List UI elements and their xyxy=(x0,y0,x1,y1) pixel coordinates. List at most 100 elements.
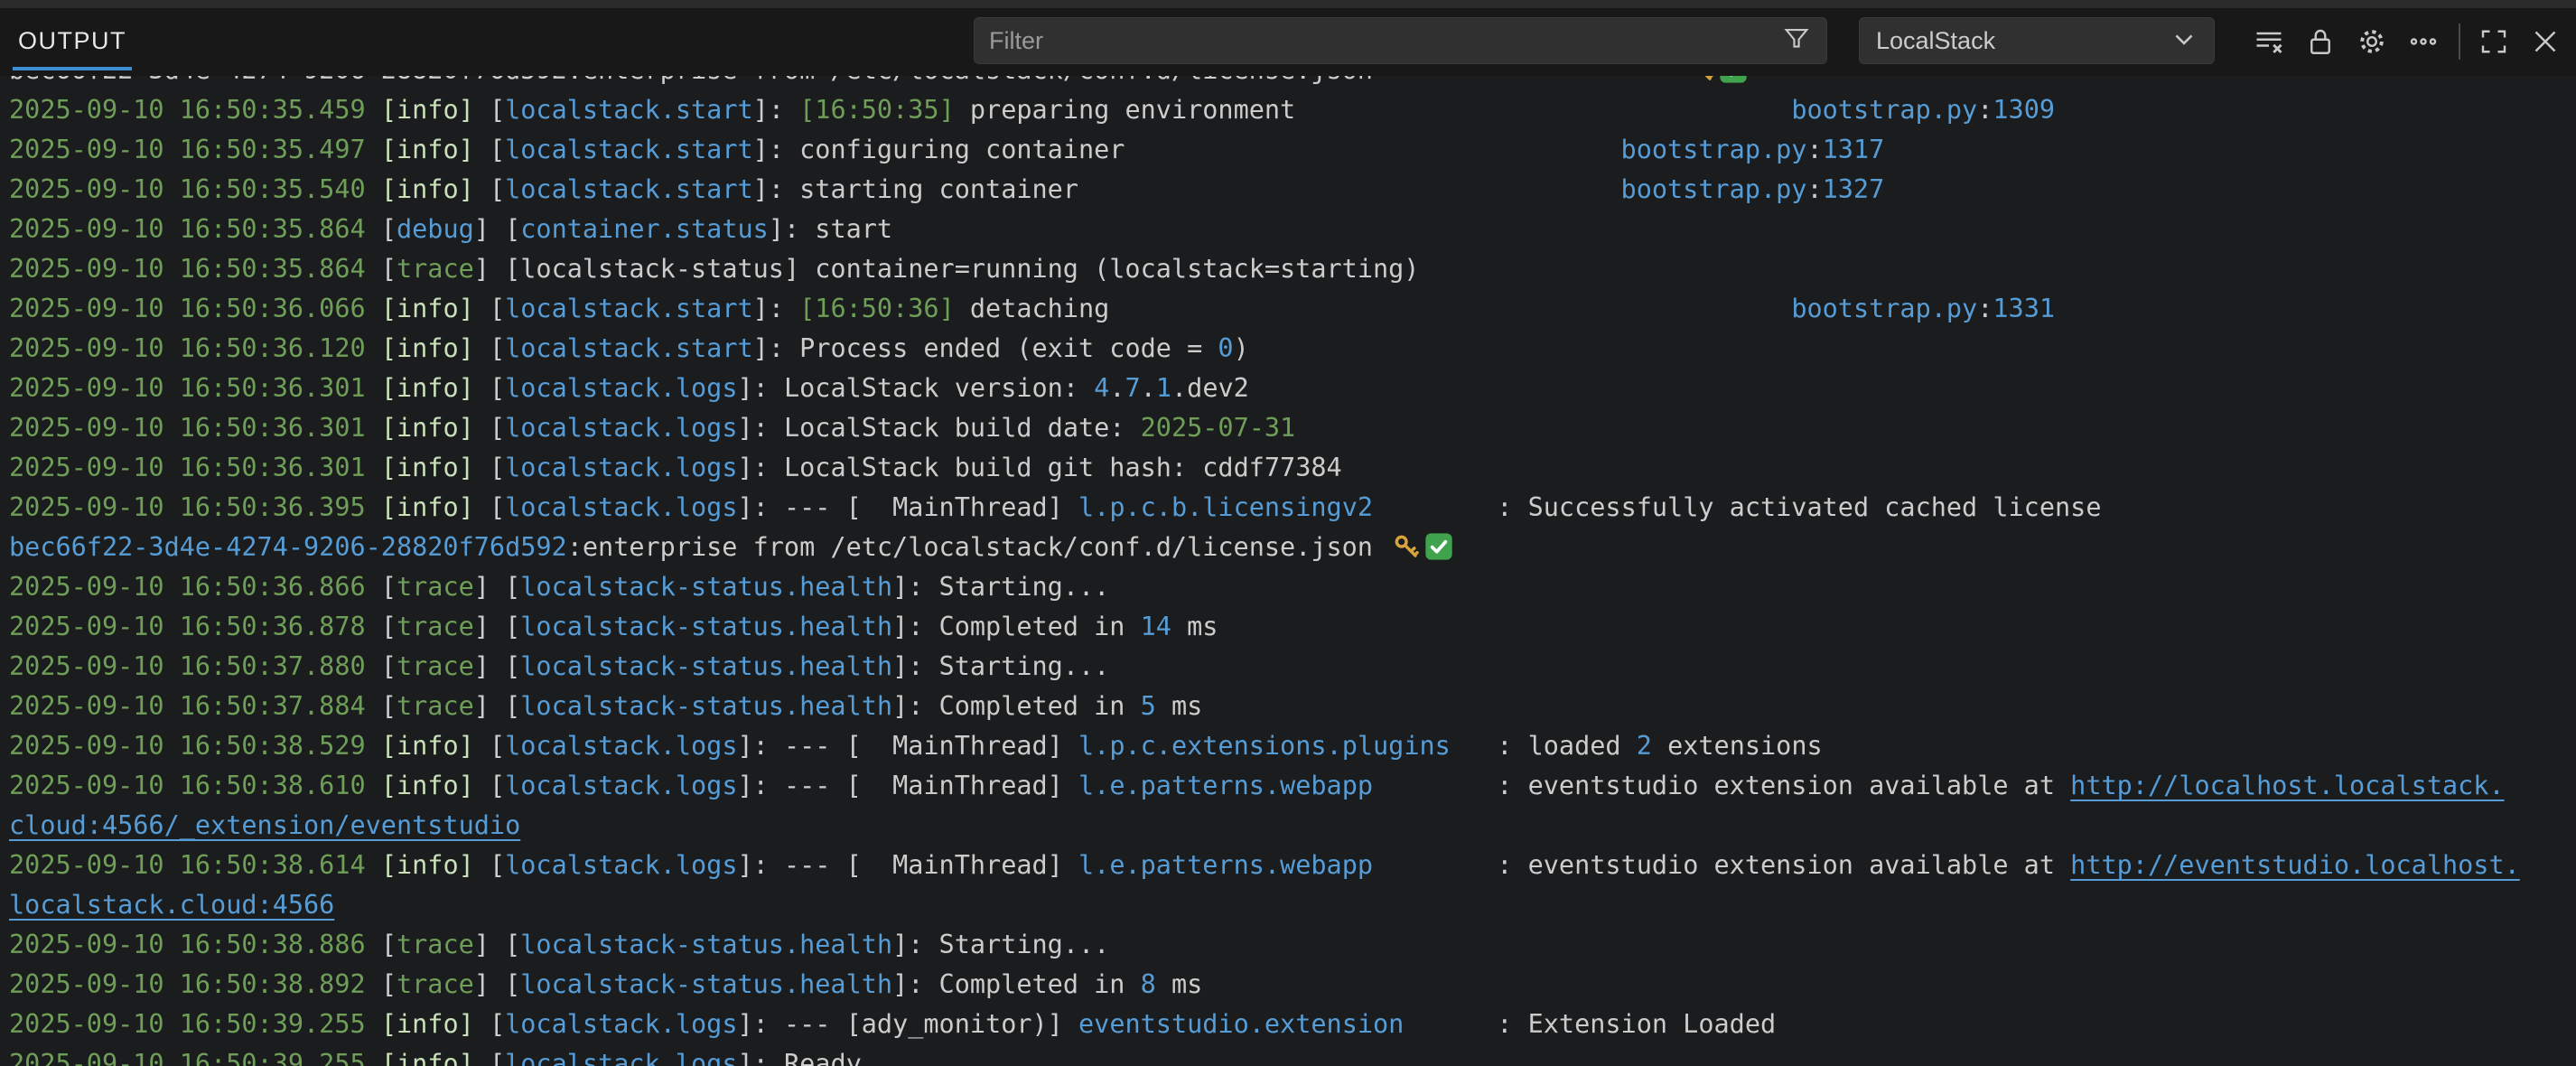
log-channel-token: debug xyxy=(397,214,474,244)
filter-funnel-icon[interactable] xyxy=(1781,23,1812,58)
log-text: [ xyxy=(366,612,397,641)
log-padding xyxy=(1373,492,1497,522)
url-link[interactable]: localstack.cloud:4566 xyxy=(9,890,334,920)
log-level-badge: [info] xyxy=(381,135,474,164)
log-line: 2025-09-10 16:50:36.878 [trace] [localst… xyxy=(9,607,2576,647)
log-token-green: 2025-09-10 16:50:38.614 xyxy=(9,850,366,880)
log-text: : Extension Loaded xyxy=(1497,1009,1776,1039)
tab-output[interactable]: OUTPUT xyxy=(13,14,132,70)
log-level-badge: [info] xyxy=(381,1009,474,1039)
log-line: 2025-09-10 16:50:36.395 [info] [localsta… xyxy=(9,488,2576,528)
log-channel-token: eventstudio.extension xyxy=(1078,1009,1404,1039)
log-output-area[interactable]: bec66f22-3d4e-4274-9206-28820f76d592:ent… xyxy=(0,76,2576,1066)
log-channel-token: localstack-status.health xyxy=(520,691,892,721)
log-token-green: 2025-07-31 xyxy=(1141,413,1296,443)
log-line: cloud:4566/_extension/eventstudio xyxy=(9,806,2576,846)
log-text: ]: Starting... xyxy=(892,572,1109,602)
log-text: [ xyxy=(474,771,505,800)
filter-input[interactable]: Filter xyxy=(974,17,1827,64)
log-channel-token: bec66f22-3d4e-4274-9206-28820f76d592 xyxy=(9,532,567,562)
source-link[interactable]: 1331 xyxy=(1993,294,2055,323)
log-channel-token: l.p.c.b.licensingv2 xyxy=(1078,492,1373,522)
log-text: .dev2 xyxy=(1171,373,1249,403)
panel-actions xyxy=(2235,22,2563,61)
log-text: [ xyxy=(366,969,397,999)
log-padding xyxy=(1373,771,1497,800)
log-text xyxy=(366,1009,381,1039)
log-line: 2025-09-10 16:50:35.497 [info] [localsta… xyxy=(9,130,2576,170)
gear-icon[interactable] xyxy=(2354,23,2390,60)
log-padding xyxy=(1295,95,1791,125)
log-text: [ xyxy=(474,95,505,125)
log-token-green: 2025-09-10 16:50:38.892 xyxy=(9,969,366,999)
log-padding xyxy=(1078,174,1621,204)
source-link[interactable]: bootstrap.py xyxy=(1791,95,1977,125)
log-channel-token: container.status xyxy=(520,214,769,244)
log-text: :enterprise from /etc/localstack/conf.d/… xyxy=(567,532,1388,562)
log-line: 2025-09-10 16:50:36.866 [trace] [localst… xyxy=(9,567,2576,607)
source-link[interactable]: 1309 xyxy=(1993,95,2055,125)
log-channel-token: 2 xyxy=(1637,731,1652,761)
log-line: 2025-09-10 16:50:38.529 [info] [localsta… xyxy=(9,726,2576,766)
log-text xyxy=(366,294,381,323)
log-token-green: 2025-09-10 16:50:36.866 xyxy=(9,572,366,602)
channel-dropdown[interactable]: LocalStack xyxy=(1859,17,2215,64)
log-text: ] [ xyxy=(474,214,520,244)
log-text: [ xyxy=(474,453,505,482)
actions-divider xyxy=(2459,23,2460,60)
log-padding xyxy=(1373,76,1683,85)
url-link[interactable]: http://localhost.localstack. xyxy=(2070,771,2504,800)
log-level-badge: [info] xyxy=(381,771,474,800)
log-text: ]: start xyxy=(769,214,892,244)
log-text: ]: --- [ady_monitor)] xyxy=(738,1009,1079,1039)
url-link[interactable]: http://eventstudio.localhost. xyxy=(2070,850,2520,880)
log-token-green: 2025-09-10 16:50:36.301 xyxy=(9,373,366,403)
log-level-badge: [info] xyxy=(381,294,474,323)
log-channel-token: localstack.logs xyxy=(505,771,737,800)
log-text xyxy=(366,731,381,761)
log-channel-token: 8 xyxy=(1141,969,1156,999)
maximize-panel-icon[interactable] xyxy=(2476,23,2512,60)
log-text: ]: --- [ MainThread] xyxy=(738,731,1079,761)
log-channel-token: localstack.start xyxy=(505,135,753,164)
source-link[interactable]: bootstrap.py xyxy=(1791,294,1977,323)
log-text: ]: Starting... xyxy=(892,651,1109,681)
log-level-badge: [info] xyxy=(381,731,474,761)
log-channel-token: l.p.c.extensions.plugins xyxy=(1078,731,1451,761)
log-level-badge: [info] xyxy=(381,850,474,880)
log-text: ] [ xyxy=(474,691,520,721)
close-panel-icon[interactable] xyxy=(2527,23,2563,60)
log-text: ]: LocalStack build date: xyxy=(738,413,1141,443)
log-text: . xyxy=(1141,373,1156,403)
log-token-green: 2025-09-10 16:50:36.066 xyxy=(9,294,366,323)
source-link[interactable]: bootstrap.py xyxy=(1621,135,1807,164)
log-channel-token: l.e.patterns.webapp xyxy=(1078,850,1373,880)
source-link[interactable]: 1327 xyxy=(1823,174,1885,204)
log-token-green: 2025-09-10 16:50:36.301 xyxy=(9,413,366,443)
clear-output-icon[interactable] xyxy=(2251,23,2287,60)
source-link[interactable]: 1317 xyxy=(1823,135,1885,164)
log-text: [ xyxy=(474,850,505,880)
source-link[interactable]: bootstrap.py xyxy=(1621,174,1807,204)
log-padding xyxy=(1373,850,1497,880)
log-text: [ xyxy=(474,731,505,761)
log-channel-token: localstack.logs xyxy=(505,1009,737,1039)
panel-resize-sash[interactable] xyxy=(0,0,2576,8)
log-text: [ xyxy=(474,135,505,164)
url-link[interactable]: cloud:4566/_extension/eventstudio xyxy=(9,810,520,840)
log-padding xyxy=(1451,731,1497,761)
ellipsis-icon[interactable] xyxy=(2405,23,2441,60)
log-padding xyxy=(1125,135,1620,164)
log-channel-token: 14 xyxy=(1141,612,1171,641)
log-text: [ xyxy=(474,413,505,443)
log-padding xyxy=(1404,1009,1497,1039)
log-token-green: 2025-09-10 16:50:35.864 xyxy=(9,254,366,284)
log-line: bec66f22-3d4e-4274-9206-28820f76d592:ent… xyxy=(9,528,2576,567)
log-token-green: 2025-09-10 16:50:37.880 xyxy=(9,651,366,681)
log-channel-token: 7 xyxy=(1125,373,1141,403)
lock-icon[interactable] xyxy=(2302,23,2338,60)
log-token-green: trace xyxy=(397,691,474,721)
log-text: ]: xyxy=(753,294,799,323)
log-line: 2025-09-10 16:50:35.864 [trace] [localst… xyxy=(9,249,2576,289)
log-channel-token: localstack.start xyxy=(505,294,753,323)
